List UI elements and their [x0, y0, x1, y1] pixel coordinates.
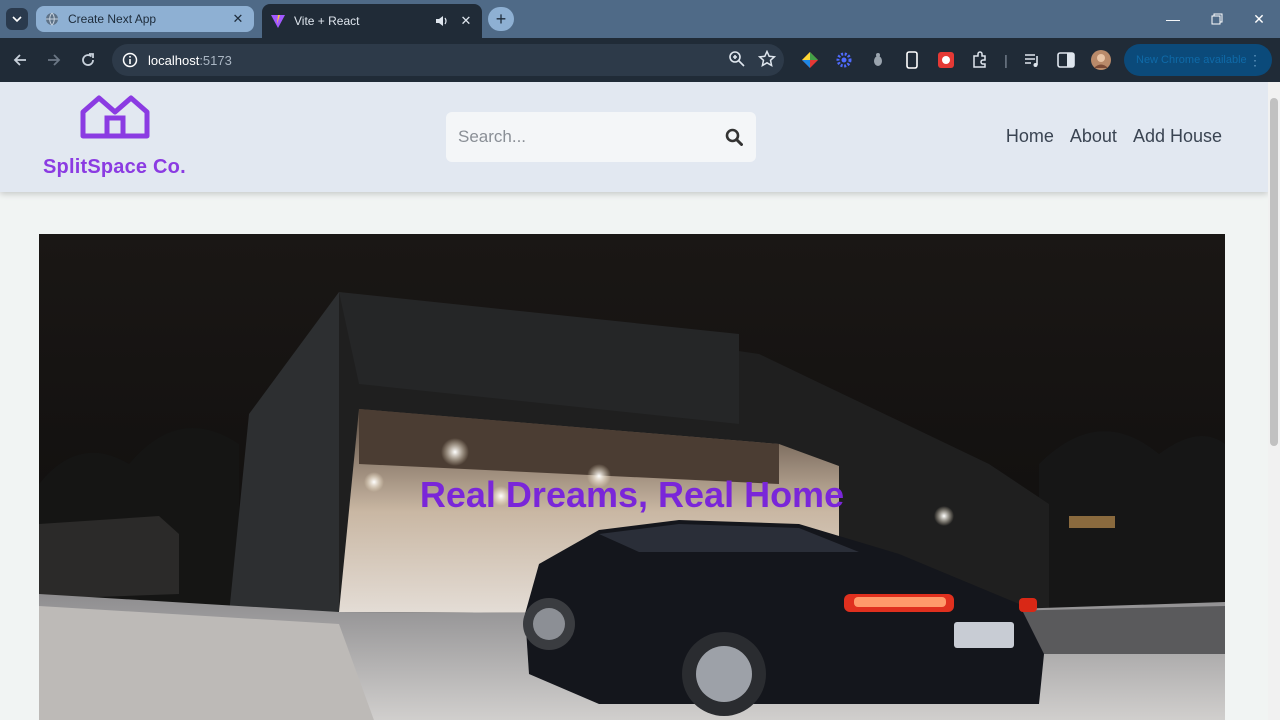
device-extension-icon[interactable]	[902, 50, 922, 70]
bookmark-star-icon[interactable]	[757, 49, 777, 73]
profile-avatar[interactable]	[1090, 49, 1112, 71]
chrome-update-button[interactable]: New Chrome available ⋮	[1124, 44, 1272, 76]
site-logo[interactable]: SplitSpace Co.	[43, 92, 193, 182]
new-tab-button[interactable]: +	[488, 7, 514, 31]
reload-button[interactable]	[76, 48, 100, 72]
scrollbar-thumb[interactable]	[1270, 98, 1278, 446]
main-nav: Home About Add House	[1006, 126, 1222, 147]
color-extension-icon[interactable]	[800, 50, 820, 70]
arrow-left-icon	[13, 54, 26, 66]
site-info-icon[interactable]	[114, 52, 146, 68]
close-window-button[interactable]: ✕	[1238, 0, 1280, 38]
browser-tabstrip: Create Next App ✕ Vite + React ✕ + — ✕	[0, 0, 1280, 38]
site-header: SplitSpace Co. Home About Add House	[0, 82, 1268, 192]
chevron-down-icon	[12, 16, 22, 23]
browser-toolbar: localhost:5173 | New Chrome available ⋮	[0, 38, 1280, 82]
tab-search-button[interactable]	[6, 8, 28, 30]
tab-vite-react[interactable]: Vite + React ✕	[262, 4, 482, 38]
side-panel-icon[interactable]	[1056, 50, 1076, 70]
hero-title: Real Dreams, Real Home	[419, 474, 845, 515]
update-label: New Chrome available	[1136, 54, 1247, 66]
url-port: :5173	[199, 52, 232, 68]
extensions-puzzle-icon[interactable]	[970, 50, 990, 70]
restore-button[interactable]	[1196, 0, 1238, 38]
nav-home-link[interactable]: Home	[1006, 126, 1054, 147]
restore-icon	[1211, 13, 1223, 25]
search-icon[interactable]	[724, 127, 744, 147]
bug-extension-icon[interactable]	[868, 50, 888, 70]
address-bar[interactable]: localhost:5173	[112, 44, 784, 76]
brand-name: SplitSpace Co.	[43, 156, 186, 178]
search-box	[446, 112, 756, 162]
arrow-right-icon	[48, 54, 61, 66]
nav-about-link[interactable]: About	[1070, 126, 1117, 147]
tab-title: Vite + React	[294, 14, 360, 28]
search-input[interactable]	[446, 112, 716, 162]
url-host: localhost	[148, 52, 200, 68]
house-logo-icon	[80, 95, 150, 139]
gear-extension-icon[interactable]	[834, 50, 854, 70]
close-tab-icon[interactable]: ✕	[230, 11, 246, 27]
vite-logo-icon	[270, 13, 286, 29]
back-button[interactable]	[8, 48, 32, 72]
kebab-menu-icon: ⋮	[1248, 52, 1262, 68]
page-scrollbar[interactable]	[1268, 82, 1280, 720]
forward-button[interactable]	[42, 48, 66, 72]
minimize-button[interactable]: —	[1152, 0, 1194, 38]
toolbar-divider: |	[1004, 52, 1008, 68]
page-viewport: SplitSpace Co. Home About Add House	[0, 82, 1268, 720]
url-text: localhost:5173	[148, 53, 232, 68]
nav-add-house-link[interactable]: Add House	[1133, 126, 1222, 147]
speaker-icon[interactable]	[434, 13, 450, 29]
hero-banner: Real Dreams, Real Home	[39, 234, 1225, 720]
media-control-icon[interactable]	[1022, 50, 1042, 70]
zoom-icon[interactable]	[728, 50, 746, 73]
tab-title: Create Next App	[68, 12, 157, 26]
globe-icon	[44, 11, 60, 27]
close-tab-icon[interactable]: ✕	[458, 13, 474, 29]
tab-create-next-app[interactable]: Create Next App ✕	[36, 6, 254, 32]
plus-icon: +	[495, 8, 507, 29]
reload-icon	[82, 53, 94, 66]
red-extension-icon[interactable]	[936, 50, 956, 70]
